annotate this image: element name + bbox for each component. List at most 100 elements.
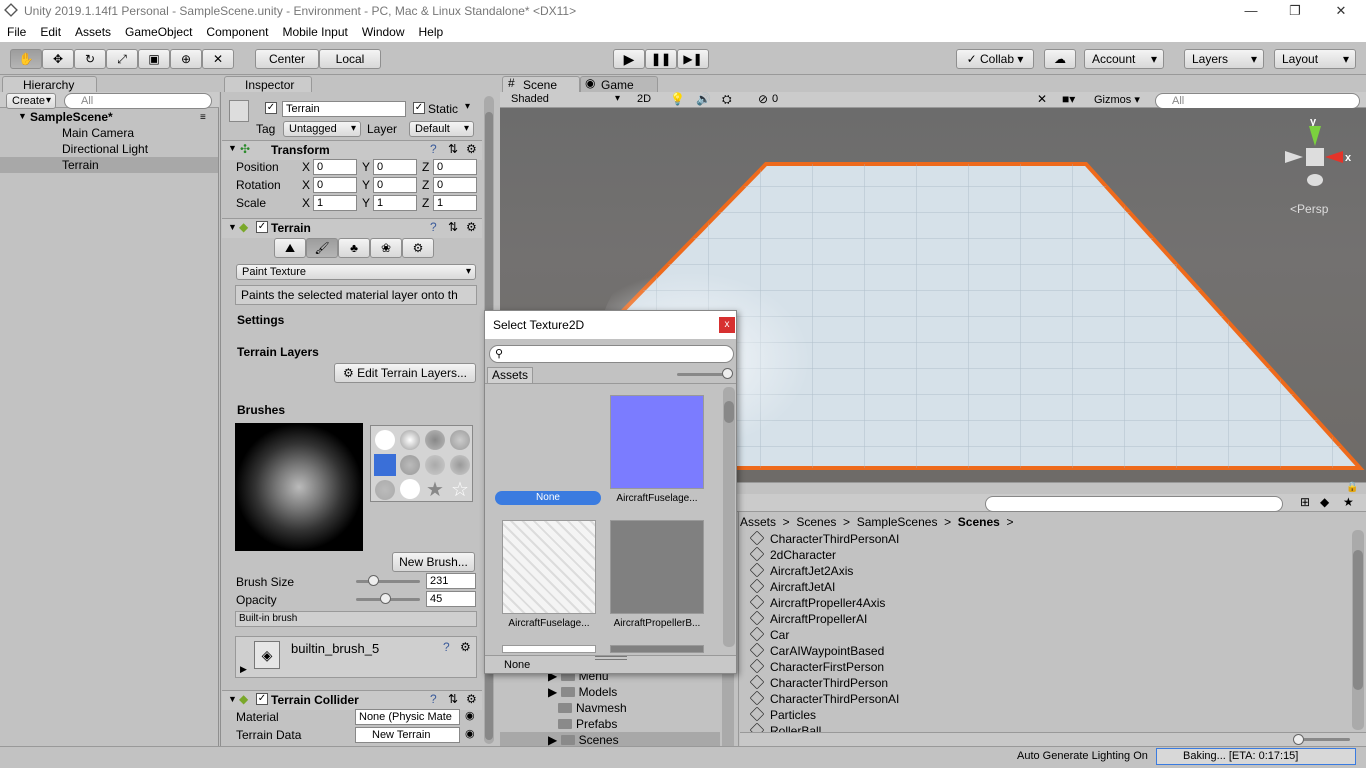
layers-dropdown[interactable]: Layers ▾ — [1184, 49, 1264, 69]
hand-tool-icon[interactable]: ✋ — [10, 49, 42, 69]
effects-toggle-icon[interactable]: ⛭ — [722, 92, 732, 107]
menu-gameobject[interactable]: GameObject — [118, 22, 199, 42]
texture-item-propeller[interactable] — [610, 520, 704, 614]
brush-hard-icon[interactable] — [375, 430, 395, 450]
breadcrumb-assets[interactable]: Assets — [740, 515, 776, 529]
brush-star-icon[interactable]: ★ — [426, 477, 444, 502]
project-item[interactable]: AircraftPropellerAI — [750, 611, 867, 627]
texture-item-none[interactable]: None — [495, 491, 601, 505]
foldout-arrow-icon[interactable]: ▼ — [228, 143, 237, 153]
resize-handle-icon[interactable] — [595, 656, 627, 660]
scene-root[interactable]: SampleScene* — [0, 109, 218, 125]
object-name-input[interactable]: Terrain — [282, 101, 406, 117]
close-button[interactable]: ✕ — [1318, 0, 1364, 22]
move-tool-icon[interactable]: ✥ — [42, 49, 74, 69]
scale-tool-icon[interactable]: ⤢ — [106, 49, 138, 69]
x-axis-cone-icon[interactable] — [1325, 151, 1343, 163]
raise-terrain-tool-icon[interactable]: ⛰ — [274, 238, 306, 258]
project-search-input[interactable] — [985, 496, 1283, 512]
project-item[interactable]: Car — [750, 627, 789, 643]
brush-size-slider-knob[interactable] — [367, 575, 379, 586]
camera-settings-icon[interactable]: ■▾ — [1062, 92, 1075, 106]
lighting-toggle-icon[interactable]: 💡 — [670, 92, 685, 106]
rotation-x-field[interactable]: 0 — [313, 177, 357, 193]
favorite-icon[interactable]: ★ — [1343, 495, 1354, 509]
brush-gear-icon[interactable]: ⚙ — [460, 640, 471, 654]
neg-z-axis-cone-icon[interactable] — [1307, 174, 1323, 186]
audio-toggle-icon[interactable]: 🔊 — [696, 92, 711, 106]
menu-edit[interactable]: Edit — [33, 22, 68, 42]
icon-size-slider-knob[interactable] — [1293, 734, 1304, 745]
2d-toggle[interactable]: 2D — [637, 93, 651, 105]
project-list-scroll-thumb[interactable] — [1353, 550, 1363, 690]
help-icon[interactable]: ? — [430, 692, 437, 706]
scene-search-input[interactable]: All — [1155, 93, 1360, 109]
tab-assets[interactable]: Assets — [487, 367, 533, 383]
scale-z-field[interactable]: 1 — [433, 195, 477, 211]
brush-star-outline-icon[interactable]: ☆ — [451, 477, 469, 502]
brush-size-field[interactable]: 231 — [426, 573, 476, 589]
cloud-icon[interactable]: ☁ — [1044, 49, 1076, 69]
project-item[interactable]: CharacterThirdPerson — [750, 675, 888, 691]
neg-x-axis-cone-icon[interactable] — [1285, 151, 1303, 163]
rotation-z-field[interactable]: 0 — [433, 177, 477, 193]
hierarchy-item-directional-light[interactable]: Directional Light — [0, 141, 218, 157]
brush-noise-icon[interactable] — [400, 455, 420, 475]
paint-trees-tool-icon[interactable]: ♣ — [338, 238, 370, 258]
menu-mobile-input[interactable]: Mobile Input — [275, 22, 354, 42]
edit-terrain-layers-button[interactable]: ⚙ Edit Terrain Layers... — [334, 363, 476, 383]
foldout-arrow-icon[interactable]: ▼ — [228, 222, 237, 232]
brush-rock-icon[interactable] — [375, 480, 395, 500]
static-checkbox[interactable]: ✓ — [413, 102, 425, 114]
material-object-field[interactable]: None (Physic Mate — [355, 709, 460, 725]
rotate-tool-icon[interactable]: ↻ — [74, 49, 106, 69]
dialog-scroll-thumb[interactable] — [724, 401, 734, 423]
baking-progress-bar[interactable]: Baking... [ETA: 0:17:15] — [1156, 748, 1356, 765]
terrain-settings-gear-icon[interactable]: ⚙ — [402, 238, 434, 258]
folder-item-prefabs[interactable]: Prefabs — [558, 716, 617, 732]
layout-dropdown[interactable]: Layout ▾ — [1274, 49, 1356, 69]
menu-window[interactable]: Window — [355, 22, 412, 42]
active-checkbox[interactable]: ✓ — [265, 102, 277, 114]
project-item[interactable]: CarAIWaypointBased — [750, 643, 884, 659]
rect-tool-icon[interactable]: ▣ — [138, 49, 170, 69]
hierarchy-item-main-camera[interactable]: Main Camera — [0, 125, 218, 141]
brush-splat-icon[interactable] — [425, 455, 445, 475]
hidden-objects-icon[interactable]: ⊘ — [758, 92, 768, 106]
object-picker-icon[interactable]: ◉ — [465, 727, 475, 740]
terrain-enabled-checkbox[interactable]: ✓ — [256, 221, 268, 233]
brush-hex-icon[interactable] — [400, 479, 420, 499]
position-y-field[interactable]: 0 — [373, 159, 417, 175]
lock-icon[interactable]: 🔒 — [1346, 482, 1358, 493]
brush-flower-icon[interactable] — [450, 455, 470, 475]
help-icon[interactable]: ? — [430, 220, 437, 234]
project-item[interactable]: CharacterThirdPersonAI — [750, 691, 899, 707]
presets-icon[interactable]: ⇅ — [448, 142, 458, 156]
rotation-y-field[interactable]: 0 — [373, 177, 417, 193]
object-picker-icon[interactable]: ◉ — [465, 709, 475, 722]
menu-file[interactable]: File — [0, 22, 33, 42]
texture-item-fuselage-diffuse[interactable] — [502, 520, 596, 614]
scene-tools-icon[interactable]: ✕ — [1037, 92, 1047, 106]
collab-dropdown[interactable]: ✓ Collab ▾ — [956, 49, 1034, 69]
menu-assets[interactable]: Assets — [68, 22, 118, 42]
component-gear-icon[interactable]: ⚙ — [466, 220, 477, 234]
project-item[interactable]: 2dCharacter — [750, 547, 836, 563]
component-gear-icon[interactable]: ⚙ — [466, 692, 477, 706]
foldout-arrow-icon[interactable]: ▼ — [228, 694, 237, 704]
scene-orientation-gizmo[interactable]: y x — [1285, 116, 1351, 206]
pivot-center-button[interactable]: Center — [255, 49, 319, 69]
folder-tree-scrollbar[interactable] — [722, 668, 734, 746]
position-z-field[interactable]: 0 — [433, 159, 477, 175]
help-icon[interactable]: ? — [430, 142, 437, 156]
texture-search-input[interactable] — [489, 345, 734, 363]
presets-icon[interactable]: ⇅ — [448, 220, 458, 234]
expand-arrow-icon[interactable]: ▶ — [240, 664, 247, 675]
brush-cloud-icon[interactable] — [450, 430, 470, 450]
dialog-close-button[interactable]: x — [719, 317, 735, 333]
scene-menu-icon[interactable]: ≡ — [200, 112, 206, 123]
expand-arrow-icon[interactable]: ▼ — [18, 111, 27, 121]
new-brush-button[interactable]: New Brush... — [392, 552, 475, 572]
paint-details-tool-icon[interactable]: ❀ — [370, 238, 402, 258]
folder-item-navmesh[interactable]: Navmesh — [558, 700, 627, 716]
